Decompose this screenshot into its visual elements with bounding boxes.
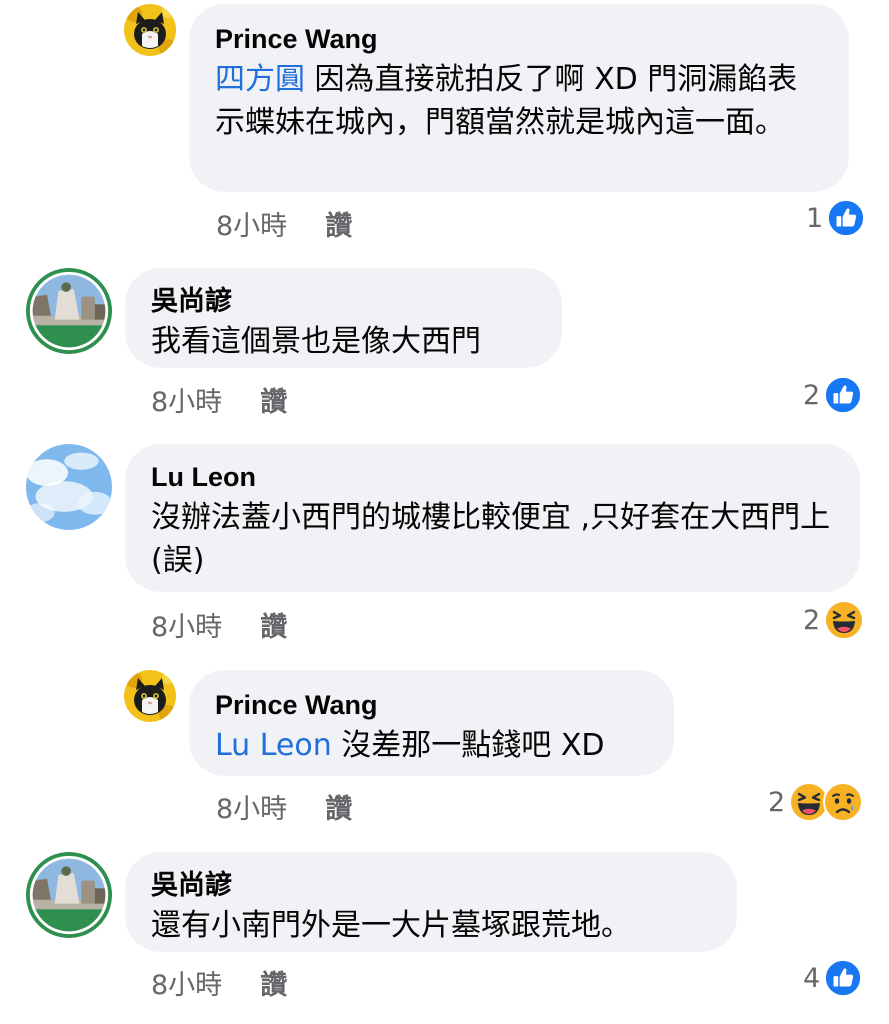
- mention-link[interactable]: 四方圓: [215, 62, 305, 97]
- comment-author[interactable]: Prince Wang: [215, 688, 648, 722]
- comment-bubble: Prince Wang Lu Leon 沒差那一點錢吧 XD: [189, 670, 674, 776]
- like-button[interactable]: 讚: [325, 794, 352, 825]
- reaction-count: 4: [803, 962, 821, 994]
- avatar[interactable]: [26, 444, 112, 530]
- comment-author[interactable]: Lu Leon: [151, 460, 834, 494]
- avatar[interactable]: [26, 852, 112, 938]
- like-icon: [824, 959, 862, 997]
- comment-bubble: Prince Wang 四方圓 因為直接就拍反了啊 XD 門洞漏餡表示蝶妹在城內…: [189, 4, 849, 192]
- comment-text: 我看這個景也是像大西門: [151, 324, 481, 359]
- like-icon: [824, 376, 862, 414]
- comment-bubble: Lu Leon 沒辦法蓋小西門的城樓比較便宜 ,只好套在大西門上 (誤): [125, 444, 860, 592]
- comment-author[interactable]: 吳尚諺: [151, 284, 536, 318]
- comment-meta: 8小時 讚: [216, 787, 352, 826]
- comment-text: 還有小南門外是一大片墓塚跟荒地。: [151, 908, 631, 943]
- comment-text: 沒辦法蓋小西門的城樓比較便宜 ,只好套在大西門上 (誤): [151, 500, 831, 578]
- comment-text: Lu Leon 沒差那一點錢吧 XD: [215, 724, 648, 767]
- comment-body: 沒差那一點錢吧 XD: [331, 728, 605, 763]
- reaction-summary[interactable]: 2: [803, 600, 864, 640]
- timestamp[interactable]: 8小時: [151, 970, 222, 1001]
- reaction-count: 2: [803, 604, 821, 636]
- comment-bubble: 吳尚諺 我看這個景也是像大西門: [125, 268, 562, 368]
- avatar[interactable]: [124, 670, 176, 722]
- sad-icon: [823, 782, 863, 822]
- comment-bubble: 吳尚諺 還有小南門外是一大片墓塚跟荒地。: [125, 852, 737, 952]
- haha-icon: [824, 600, 864, 640]
- comment-meta: 8小時 讚: [151, 605, 287, 644]
- avatar[interactable]: [26, 268, 112, 354]
- reaction-count: 2: [803, 379, 821, 411]
- like-icon: [827, 199, 865, 237]
- reaction-summary[interactable]: 2: [803, 375, 862, 415]
- like-button[interactable]: 讚: [260, 387, 287, 418]
- comment-text: 四方圓 因為直接就拍反了啊 XD 門洞漏餡表示蝶妹在城內，門額當然就是城內這一面…: [215, 58, 823, 144]
- timestamp[interactable]: 8小時: [216, 211, 287, 242]
- reaction-count: 2: [768, 786, 786, 818]
- comment-meta: 8小時 讚: [151, 963, 287, 1002]
- timestamp[interactable]: 8小時: [151, 612, 222, 643]
- timestamp[interactable]: 8小時: [216, 794, 287, 825]
- reaction-summary[interactable]: 1: [806, 198, 865, 238]
- reaction-summary[interactable]: 4: [803, 958, 862, 998]
- like-button[interactable]: 讚: [325, 211, 352, 242]
- comment-author[interactable]: Prince Wang: [215, 22, 823, 56]
- comment-meta: 8小時 讚: [216, 204, 352, 243]
- like-button[interactable]: 讚: [260, 970, 287, 1001]
- reaction-count: 1: [806, 202, 824, 234]
- avatar[interactable]: [124, 4, 176, 56]
- comment-author[interactable]: 吳尚諺: [151, 868, 711, 902]
- reaction-summary[interactable]: 2: [768, 782, 863, 822]
- comment-meta: 8小時 讚: [151, 380, 287, 419]
- timestamp[interactable]: 8小時: [151, 387, 222, 418]
- mention-link[interactable]: Lu Leon: [215, 728, 332, 763]
- like-button[interactable]: 讚: [260, 612, 287, 643]
